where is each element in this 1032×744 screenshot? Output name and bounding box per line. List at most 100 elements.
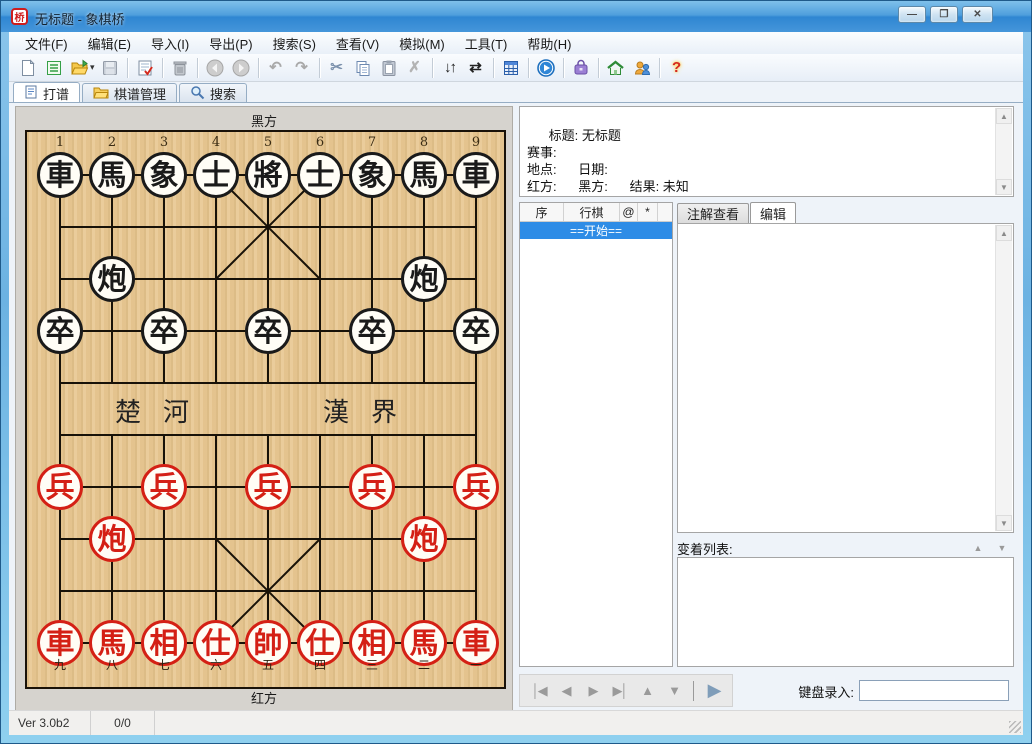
red-piece-炮[interactable]: 炮	[89, 516, 135, 562]
scroll-down-icon[interactable]: ▼	[996, 515, 1012, 531]
flip-vertical-icon[interactable]: ↓↑	[437, 56, 463, 80]
black-piece-將[interactable]: 將	[245, 152, 291, 198]
variation-list[interactable]	[677, 557, 1014, 667]
red-piece-兵[interactable]: 兵	[245, 464, 291, 510]
back-icon[interactable]	[202, 56, 228, 80]
nav-play-button[interactable]: ▶	[701, 678, 726, 703]
menu-item-9[interactable]: 帮助(H)	[517, 32, 581, 55]
window-title: 无标题 - 象棋桥	[35, 9, 125, 28]
undo-icon[interactable]: ↶	[263, 56, 289, 80]
maximize-button[interactable]: ❐	[930, 6, 958, 23]
variation-up-icon[interactable]: ▲	[968, 540, 988, 555]
users-icon[interactable]	[629, 56, 655, 80]
game-info-edit-icon[interactable]	[132, 56, 158, 80]
game-list-icon[interactable]	[41, 56, 67, 80]
menu-item-4[interactable]: 导出(P)	[199, 32, 262, 55]
black-piece-卒[interactable]: 卒	[37, 308, 83, 354]
column-number-bottom: 八	[101, 656, 123, 673]
menu-item-6[interactable]: 查看(V)	[326, 32, 389, 55]
column-number-bottom: 三	[361, 656, 383, 673]
red-piece-兵[interactable]: 兵	[141, 464, 187, 510]
black-piece-車[interactable]: 車	[453, 152, 499, 198]
black-piece-卒[interactable]: 卒	[453, 308, 499, 354]
black-piece-卒[interactable]: 卒	[349, 308, 395, 354]
black-piece-士[interactable]: 士	[193, 152, 239, 198]
nav-up-button[interactable]: ▲	[634, 678, 659, 703]
resize-grip[interactable]	[1009, 721, 1021, 733]
search-icon	[190, 85, 205, 103]
move-col-1[interactable]: 序	[520, 203, 564, 221]
trash-icon[interactable]	[167, 56, 193, 80]
menu-item-5[interactable]: 搜索(S)	[263, 32, 326, 55]
annotation-editor[interactable]: ▲ ▼	[677, 223, 1014, 533]
forward-icon[interactable]	[228, 56, 254, 80]
tab-strip: 打谱棋谱管理搜索	[9, 82, 1023, 103]
tab-search[interactable]: 搜索	[179, 83, 247, 103]
red-piece-兵[interactable]: 兵	[349, 464, 395, 510]
nav-down-button[interactable]: ▼	[661, 678, 686, 703]
nav-last-button[interactable]: ▶│	[607, 678, 632, 703]
red-piece-兵[interactable]: 兵	[453, 464, 499, 510]
app-icon: 桥	[11, 8, 28, 25]
scroll-up-icon[interactable]: ▲	[996, 225, 1012, 241]
nav-first-button[interactable]: │◀	[526, 678, 551, 703]
info-scrollbar[interactable]: ▲ ▼	[995, 108, 1012, 195]
menu-item-1[interactable]: 文件(F)	[15, 32, 78, 55]
annotation-tab-edit[interactable]: 编辑	[750, 202, 796, 223]
move-col-2[interactable]: 行棋	[564, 203, 620, 221]
scroll-up-icon[interactable]: ▲	[996, 108, 1012, 124]
tab-dapu[interactable]: 打谱	[13, 82, 80, 103]
cut-icon[interactable]: ✂	[324, 56, 350, 80]
black-piece-象[interactable]: 象	[141, 152, 187, 198]
status-bar: Ver 3.0b2 0/0	[9, 710, 1023, 735]
flip-horizontal-icon[interactable]: ⇄	[463, 56, 489, 80]
black-piece-炮[interactable]: 炮	[89, 256, 135, 302]
xiangqi-board[interactable]: 楚河 漢界 車馬象士將士象馬車炮炮卒卒卒卒卒兵兵兵兵兵炮炮車馬相仕帥仕相馬車12…	[25, 130, 506, 689]
help-icon[interactable]: ?	[664, 56, 690, 80]
home-icon[interactable]	[603, 56, 629, 80]
game-info-panel: 标题: 无标题 赛事: 地点: 日期: 红方: 黑方: 结果: 未知 讲评: 录…	[519, 106, 1014, 197]
black-piece-卒[interactable]: 卒	[245, 308, 291, 354]
scroll-down-icon[interactable]: ▼	[996, 179, 1012, 195]
annotation-scrollbar[interactable]: ▲ ▼	[995, 225, 1012, 531]
auto-play-icon[interactable]	[533, 56, 559, 80]
red-piece-炮[interactable]: 炮	[401, 516, 447, 562]
menu-item-3[interactable]: 导入(I)	[141, 32, 199, 55]
black-piece-馬[interactable]: 馬	[89, 152, 135, 198]
red-side-label: 红方	[16, 688, 512, 707]
move-col-4[interactable]: *	[638, 203, 658, 221]
paste-icon[interactable]	[376, 56, 402, 80]
red-piece-兵[interactable]: 兵	[37, 464, 83, 510]
move-col-3[interactable]: @	[620, 203, 638, 221]
redo-icon[interactable]: ↷	[289, 56, 315, 80]
black-piece-象[interactable]: 象	[349, 152, 395, 198]
new-file-icon[interactable]	[15, 56, 41, 80]
black-piece-馬[interactable]: 馬	[401, 152, 447, 198]
delete-icon[interactable]: ✗	[402, 56, 428, 80]
black-piece-炮[interactable]: 炮	[401, 256, 447, 302]
board-setup-icon[interactable]	[498, 56, 524, 80]
annotation-tab-view[interactable]: 注解查看	[677, 203, 749, 223]
copy-icon[interactable]	[350, 56, 376, 80]
nav-prev-button[interactable]: ◀	[553, 678, 578, 703]
keyboard-entry-input[interactable]	[859, 680, 1009, 701]
menu-item-7[interactable]: 模拟(M)	[389, 32, 455, 55]
black-piece-車[interactable]: 車	[37, 152, 83, 198]
save-icon[interactable]	[97, 56, 123, 80]
nav-separator	[693, 681, 694, 701]
pack-manager-icon[interactable]	[568, 56, 594, 80]
menu-item-2[interactable]: 编辑(E)	[78, 32, 141, 55]
variation-down-icon[interactable]: ▼	[992, 540, 1012, 555]
menu-item-8[interactable]: 工具(T)	[455, 32, 518, 55]
main-area: 黑方 楚河 漢界 車馬象士將士象馬車炮炮卒卒卒卒卒兵兵兵兵兵炮炮車馬相仕帥仕相馬…	[9, 102, 1023, 710]
move-col-5[interactable]	[658, 203, 672, 221]
open-dropdown-icon[interactable]: ▾	[90, 62, 95, 73]
tab-manage[interactable]: 棋谱管理	[82, 83, 177, 103]
nav-next-button[interactable]: ▶	[580, 678, 605, 703]
move-list-header: 序行棋@*	[520, 203, 672, 222]
black-piece-士[interactable]: 士	[297, 152, 343, 198]
black-piece-卒[interactable]: 卒	[141, 308, 187, 354]
minimize-button[interactable]: —	[898, 6, 926, 23]
close-button[interactable]: ✕	[962, 6, 993, 23]
move-row[interactable]: ==开始==	[520, 222, 672, 239]
